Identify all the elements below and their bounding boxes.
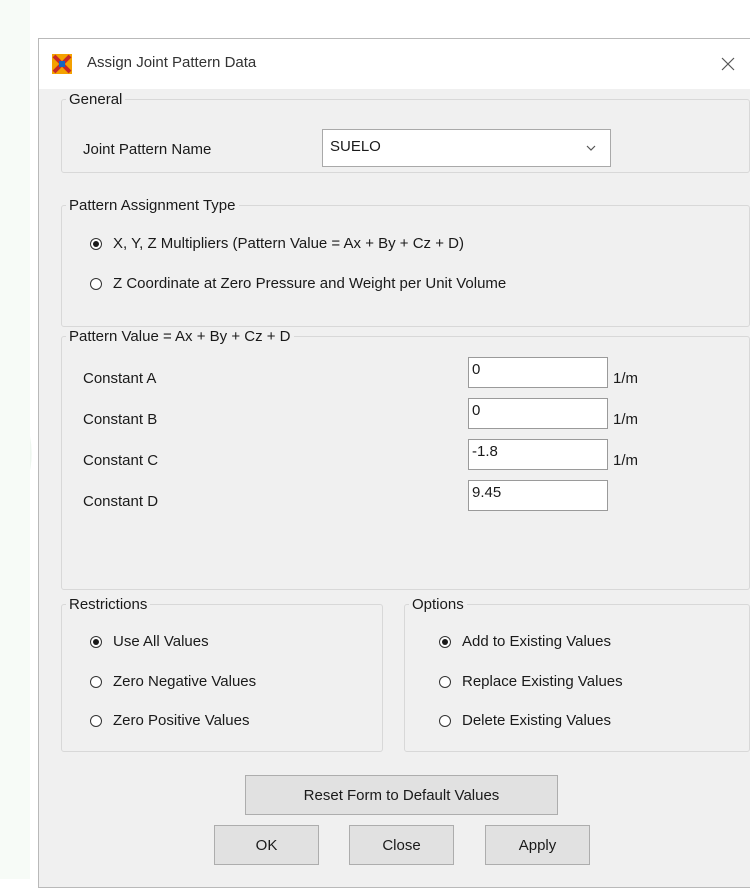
radio-replace-existing-label: Replace Existing Values bbox=[462, 673, 623, 690]
radio-xyz-multipliers[interactable]: X, Y, Z Multipliers (Pattern Value = Ax … bbox=[90, 235, 464, 252]
radio-delete-existing[interactable]: Delete Existing Values bbox=[439, 712, 611, 729]
apply-button[interactable]: Apply bbox=[485, 825, 590, 865]
radio-dot bbox=[439, 714, 451, 727]
radio-dot bbox=[439, 635, 451, 648]
constant-b-unit: 1/m bbox=[613, 411, 639, 428]
radio-zero-negative-values[interactable]: Zero Negative Values bbox=[90, 673, 256, 690]
window-title: Assign Joint Pattern Data bbox=[87, 54, 257, 71]
radio-dot bbox=[90, 714, 102, 727]
pattern-value-legend: Pattern Value = Ax + By + Cz + D bbox=[69, 328, 291, 345]
radio-use-all-values[interactable]: Use All Values bbox=[90, 633, 209, 650]
pattern-name-label: Joint Pattern Name bbox=[83, 141, 212, 158]
constant-a-value: 0 bbox=[472, 361, 481, 378]
radio-delete-existing-label: Delete Existing Values bbox=[462, 712, 611, 729]
constant-c-label: Constant C bbox=[83, 452, 159, 469]
radio-dot bbox=[90, 277, 102, 290]
general-legend: General bbox=[69, 91, 123, 108]
constant-b-value: 0 bbox=[472, 402, 481, 419]
reset-form-button[interactable]: Reset Form to Default Values bbox=[245, 775, 558, 815]
radio-add-to-existing[interactable]: Add to Existing Values bbox=[439, 633, 611, 650]
constant-c-unit: 1/m bbox=[613, 452, 639, 469]
assignment-type-group: Pattern Assignment Type bbox=[61, 197, 750, 327]
radio-add-to-existing-label: Add to Existing Values bbox=[462, 633, 611, 650]
pattern-value-group: Pattern Value = Ax + By + Cz + D bbox=[61, 328, 750, 590]
radio-zero-negative-values-label: Zero Negative Values bbox=[113, 673, 257, 690]
sap-app-icon bbox=[52, 54, 72, 74]
ok-button[interactable]: OK bbox=[214, 825, 319, 865]
constant-a-unit: 1/m bbox=[613, 370, 639, 387]
constant-b-label: Constant B bbox=[83, 411, 158, 428]
close-icon bbox=[721, 57, 735, 71]
radio-z-coordinate[interactable]: Z Coordinate at Zero Pressure and Weight… bbox=[90, 275, 506, 292]
constant-d-input[interactable]: 9.45 bbox=[468, 480, 608, 511]
close-button[interactable]: Close bbox=[349, 825, 454, 865]
constant-b-input[interactable]: 0 bbox=[468, 398, 608, 429]
options-legend: Options bbox=[412, 596, 464, 613]
radio-use-all-values-label: Use All Values bbox=[113, 633, 209, 650]
restrictions-legend: Restrictions bbox=[69, 596, 148, 613]
radio-dot bbox=[90, 675, 102, 688]
radio-dot bbox=[90, 237, 102, 250]
radio-zero-positive-values[interactable]: Zero Positive Values bbox=[90, 712, 249, 729]
title-bar: Assign Joint Pattern Data bbox=[39, 39, 750, 89]
radio-replace-existing[interactable]: Replace Existing Values bbox=[439, 673, 623, 690]
constant-a-input[interactable]: 0 bbox=[468, 357, 608, 388]
assign-joint-pattern-dialog: Assign Joint Pattern Data General Joint … bbox=[38, 38, 750, 888]
radio-z-coordinate-label: Z Coordinate at Zero Pressure and Weight… bbox=[113, 275, 507, 292]
constant-c-value: -1.8 bbox=[472, 443, 498, 460]
pattern-name-value: SUELO bbox=[330, 138, 381, 155]
radio-zero-positive-values-label: Zero Positive Values bbox=[113, 712, 250, 729]
close-window-button[interactable] bbox=[705, 39, 750, 89]
assignment-type-legend: Pattern Assignment Type bbox=[69, 197, 236, 214]
constant-a-label: Constant A bbox=[83, 370, 157, 387]
pattern-name-dropdown[interactable]: SUELO bbox=[322, 129, 611, 167]
radio-xyz-multipliers-label: X, Y, Z Multipliers (Pattern Value = Ax … bbox=[113, 235, 464, 252]
constant-d-label: Constant D bbox=[83, 493, 159, 510]
radio-dot bbox=[90, 635, 102, 648]
chevron-down-icon bbox=[586, 145, 596, 151]
constant-c-input[interactable]: -1.8 bbox=[468, 439, 608, 470]
radio-dot bbox=[439, 675, 451, 688]
constant-d-value: 9.45 bbox=[472, 484, 502, 501]
